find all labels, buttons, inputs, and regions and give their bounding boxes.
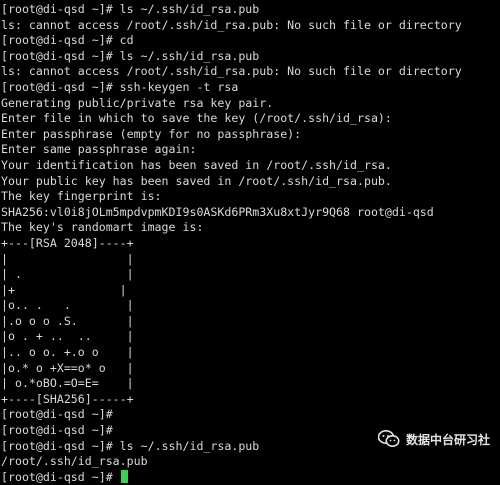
randomart-line: +----[SHA256]-----+: [1, 391, 134, 406]
terminal-line: SHA256:vl0i8jOLm5mpdvpmKDI9s0ASKd6PRm3Xu…: [1, 204, 434, 219]
randomart-line: |o.* o +X==o* o |: [1, 360, 134, 375]
watermark: 数据中台研习社: [377, 430, 490, 448]
watermark-text: 数据中台研习社: [405, 432, 490, 447]
terminal-line: Enter passphrase (empty for no passphras…: [1, 126, 302, 141]
terminal-line: The key's randomart image is:: [1, 220, 204, 235]
terminal-window[interactable]: [root@di-qsd ~]# ls ~/.ssh/id_rsa.pub ls…: [0, 0, 500, 484]
terminal-line: /root/.ssh/id_rsa.pub: [1, 454, 148, 469]
randomart-line: |o.. . . |: [1, 298, 134, 313]
terminal-line: The key fingerprint is:: [1, 189, 162, 204]
terminal-line: Generating public/private rsa key pair.: [1, 95, 274, 110]
terminal-cursor[interactable]: [120, 469, 128, 483]
terminal-line: [root@di-qsd ~]# ls ~/.ssh/id_rsa.pub: [1, 2, 260, 16]
terminal-line: Your public key has been saved in /root/…: [1, 173, 392, 188]
randomart-line: |+ |: [1, 282, 127, 297]
terminal-prompt: [root@di-qsd ~]#: [1, 469, 120, 484]
terminal-line: Enter same passphrase again:: [1, 142, 197, 157]
randomart-line: | |: [1, 251, 134, 266]
wechat-icon: [377, 430, 400, 448]
terminal-line: [root@di-qsd ~]#: [1, 407, 113, 422]
randomart-line: +---[RSA 2048]----+: [1, 235, 134, 250]
terminal-line: Enter file in which to save the key (/ro…: [1, 111, 392, 126]
randomart-line: |.. o o. +.o o |: [1, 345, 134, 360]
terminal-line: Your identification has been saved in /r…: [1, 157, 392, 172]
terminal-line: ls: cannot access /root/.ssh/id_rsa.pub:…: [1, 64, 462, 79]
randomart-line: |o . + .. .. |: [1, 329, 134, 344]
terminal-line: [root@di-qsd ~]# cd: [1, 33, 134, 48]
terminal-line: [root@di-qsd ~]# ssh-keygen -t rsa: [1, 79, 239, 94]
terminal-line: ls: cannot access /root/.ssh/id_rsa.pub:…: [1, 17, 462, 32]
randomart-line: |.o o o .S. |: [1, 313, 134, 328]
terminal-line: [root@di-qsd ~]# ls ~/.ssh/id_rsa.pub: [1, 48, 260, 63]
terminal-prompt-line[interactable]: [root@di-qsd ~]#: [1, 469, 500, 485]
randomart-line: | . |: [1, 267, 134, 282]
randomart-line: | o.*oBO.=O=E= |: [1, 376, 134, 391]
